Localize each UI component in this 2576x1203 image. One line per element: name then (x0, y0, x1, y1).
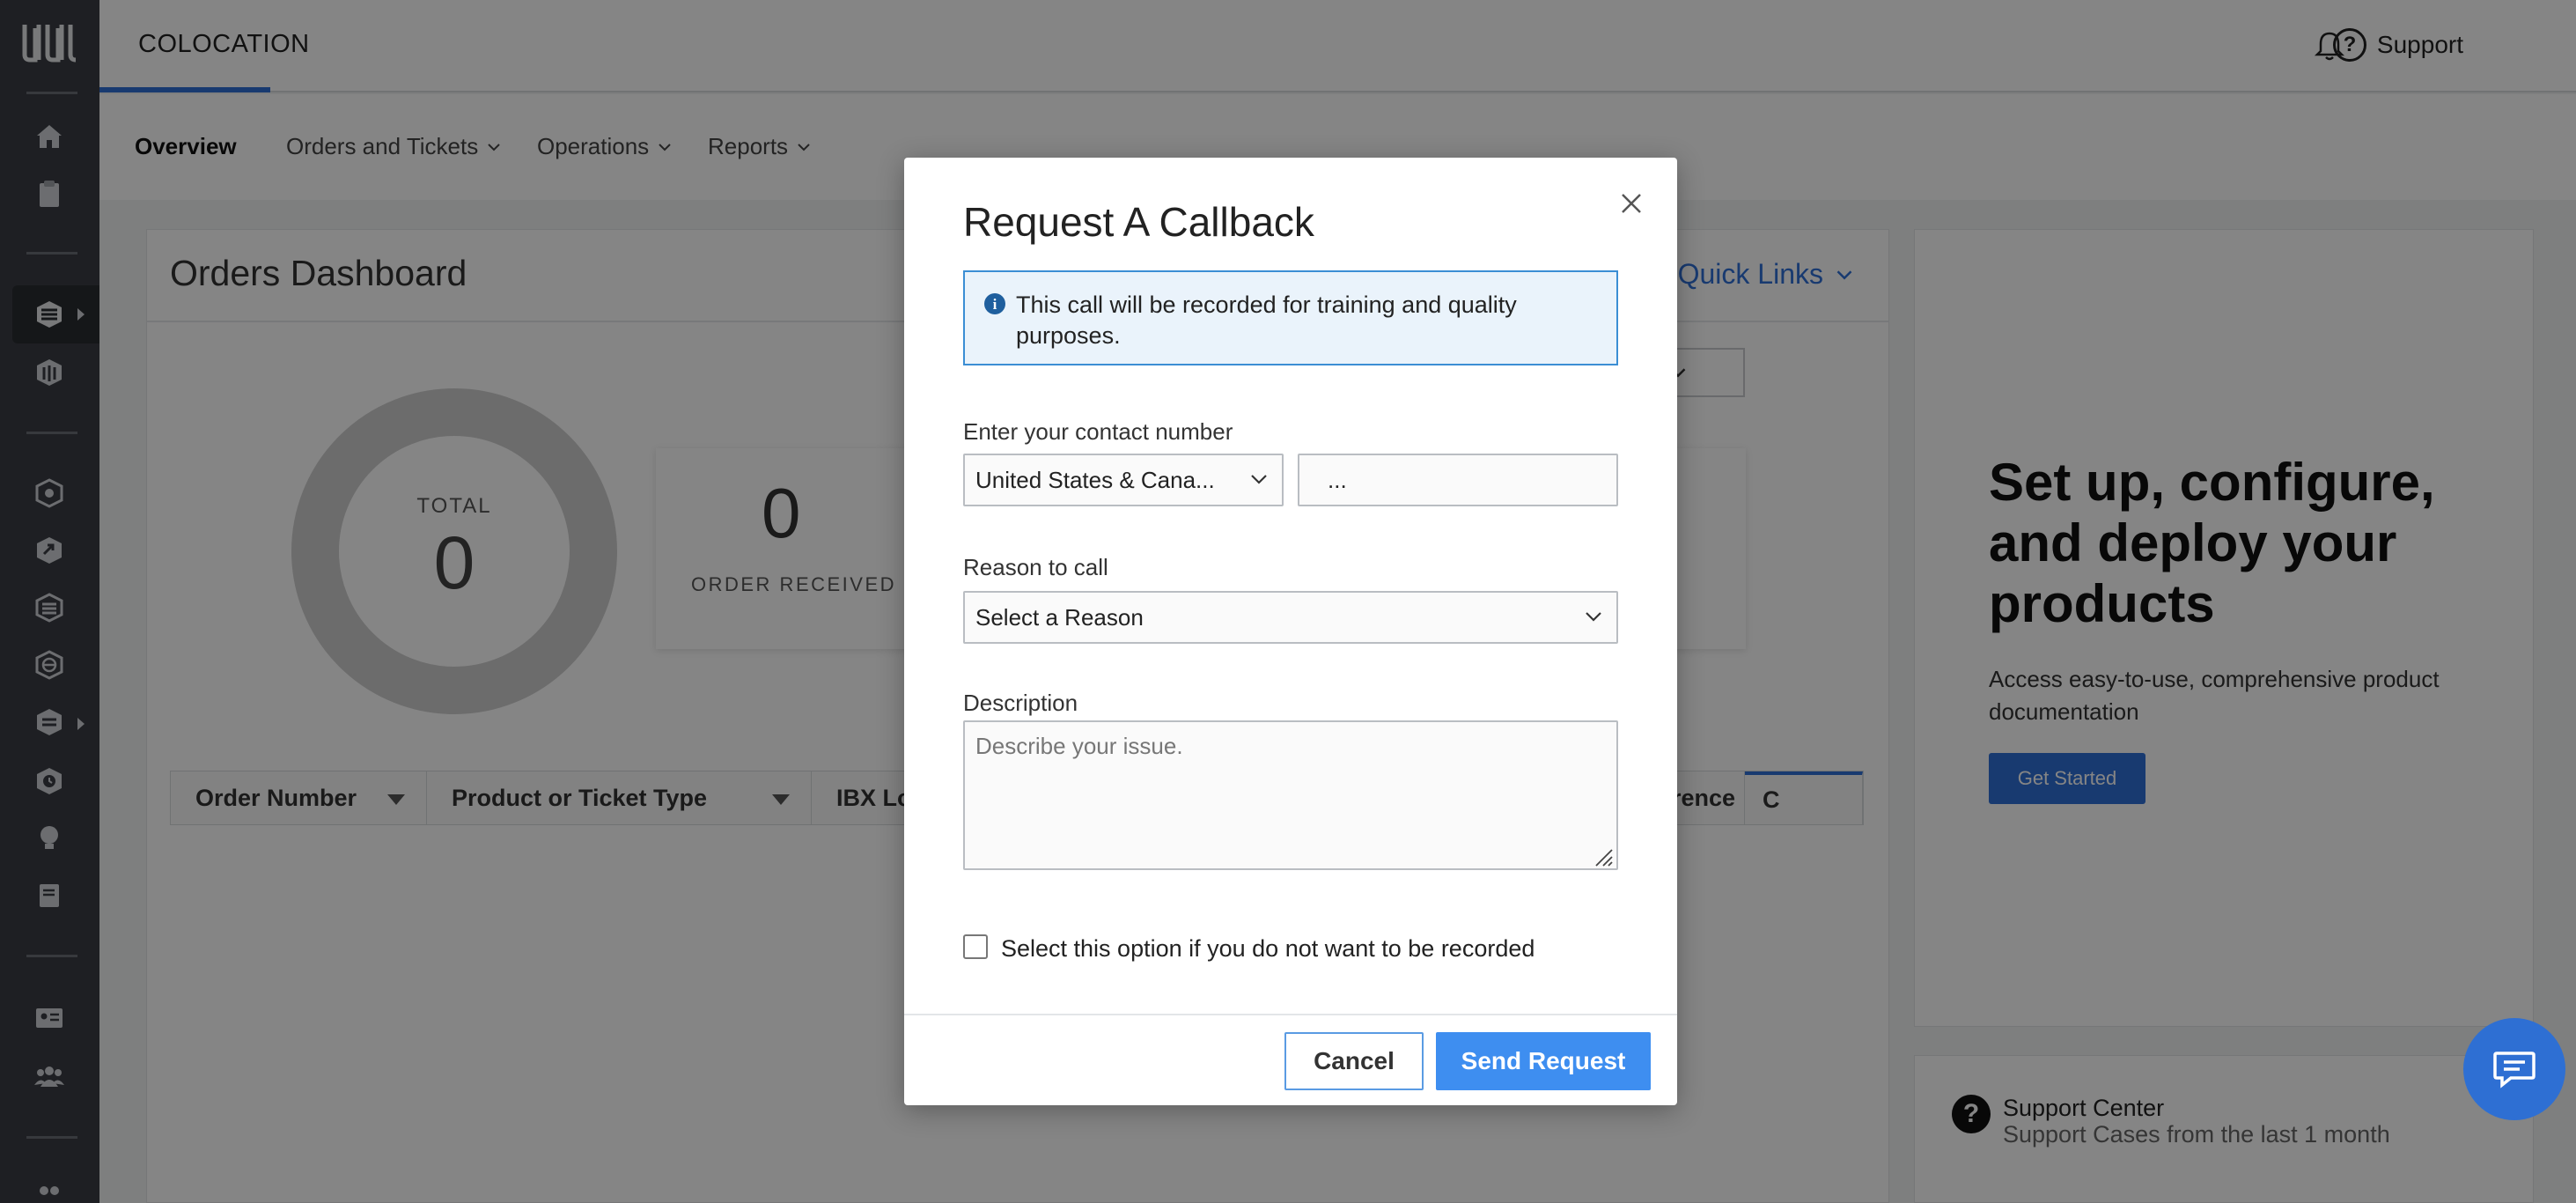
recording-info-banner: i This call will be recorded for trainin… (963, 270, 1618, 365)
reason-select[interactable]: Select a Reason (963, 591, 1618, 644)
chevron-down-icon (1251, 475, 1267, 484)
country-value: United States & Cana... (975, 466, 1215, 493)
chat-icon (2493, 1052, 2536, 1089)
reason-value: Select a Reason (975, 603, 1144, 631)
phone-number-input[interactable] (1298, 454, 1618, 506)
info-icon: i (984, 293, 1005, 314)
description-textarea[interactable] (963, 720, 1618, 870)
chat-button[interactable] (2463, 1018, 2565, 1120)
country-code-select[interactable]: United States & Cana... (963, 454, 1284, 506)
no-record-label[interactable]: Select this option if you do not want to… (1001, 935, 1535, 963)
send-request-button[interactable]: Send Request (1436, 1032, 1651, 1090)
dialog-footer-divider (904, 1014, 1677, 1015)
no-record-checkbox[interactable] (963, 934, 988, 959)
description-label: Description (963, 690, 1078, 716)
resize-handle-icon[interactable] (1593, 846, 1614, 867)
info-text: This call will be recorded for training … (1016, 292, 1517, 349)
cancel-button[interactable]: Cancel (1284, 1032, 1424, 1090)
dialog-title: Request A Callback (963, 199, 1314, 245)
close-icon[interactable] (1617, 189, 1645, 218)
chevron-down-icon (1586, 612, 1601, 622)
request-callback-dialog: Request A Callback i This call will be r… (904, 158, 1677, 1105)
reason-label: Reason to call (963, 554, 1108, 580)
contact-number-label: Enter your contact number (963, 418, 1233, 445)
